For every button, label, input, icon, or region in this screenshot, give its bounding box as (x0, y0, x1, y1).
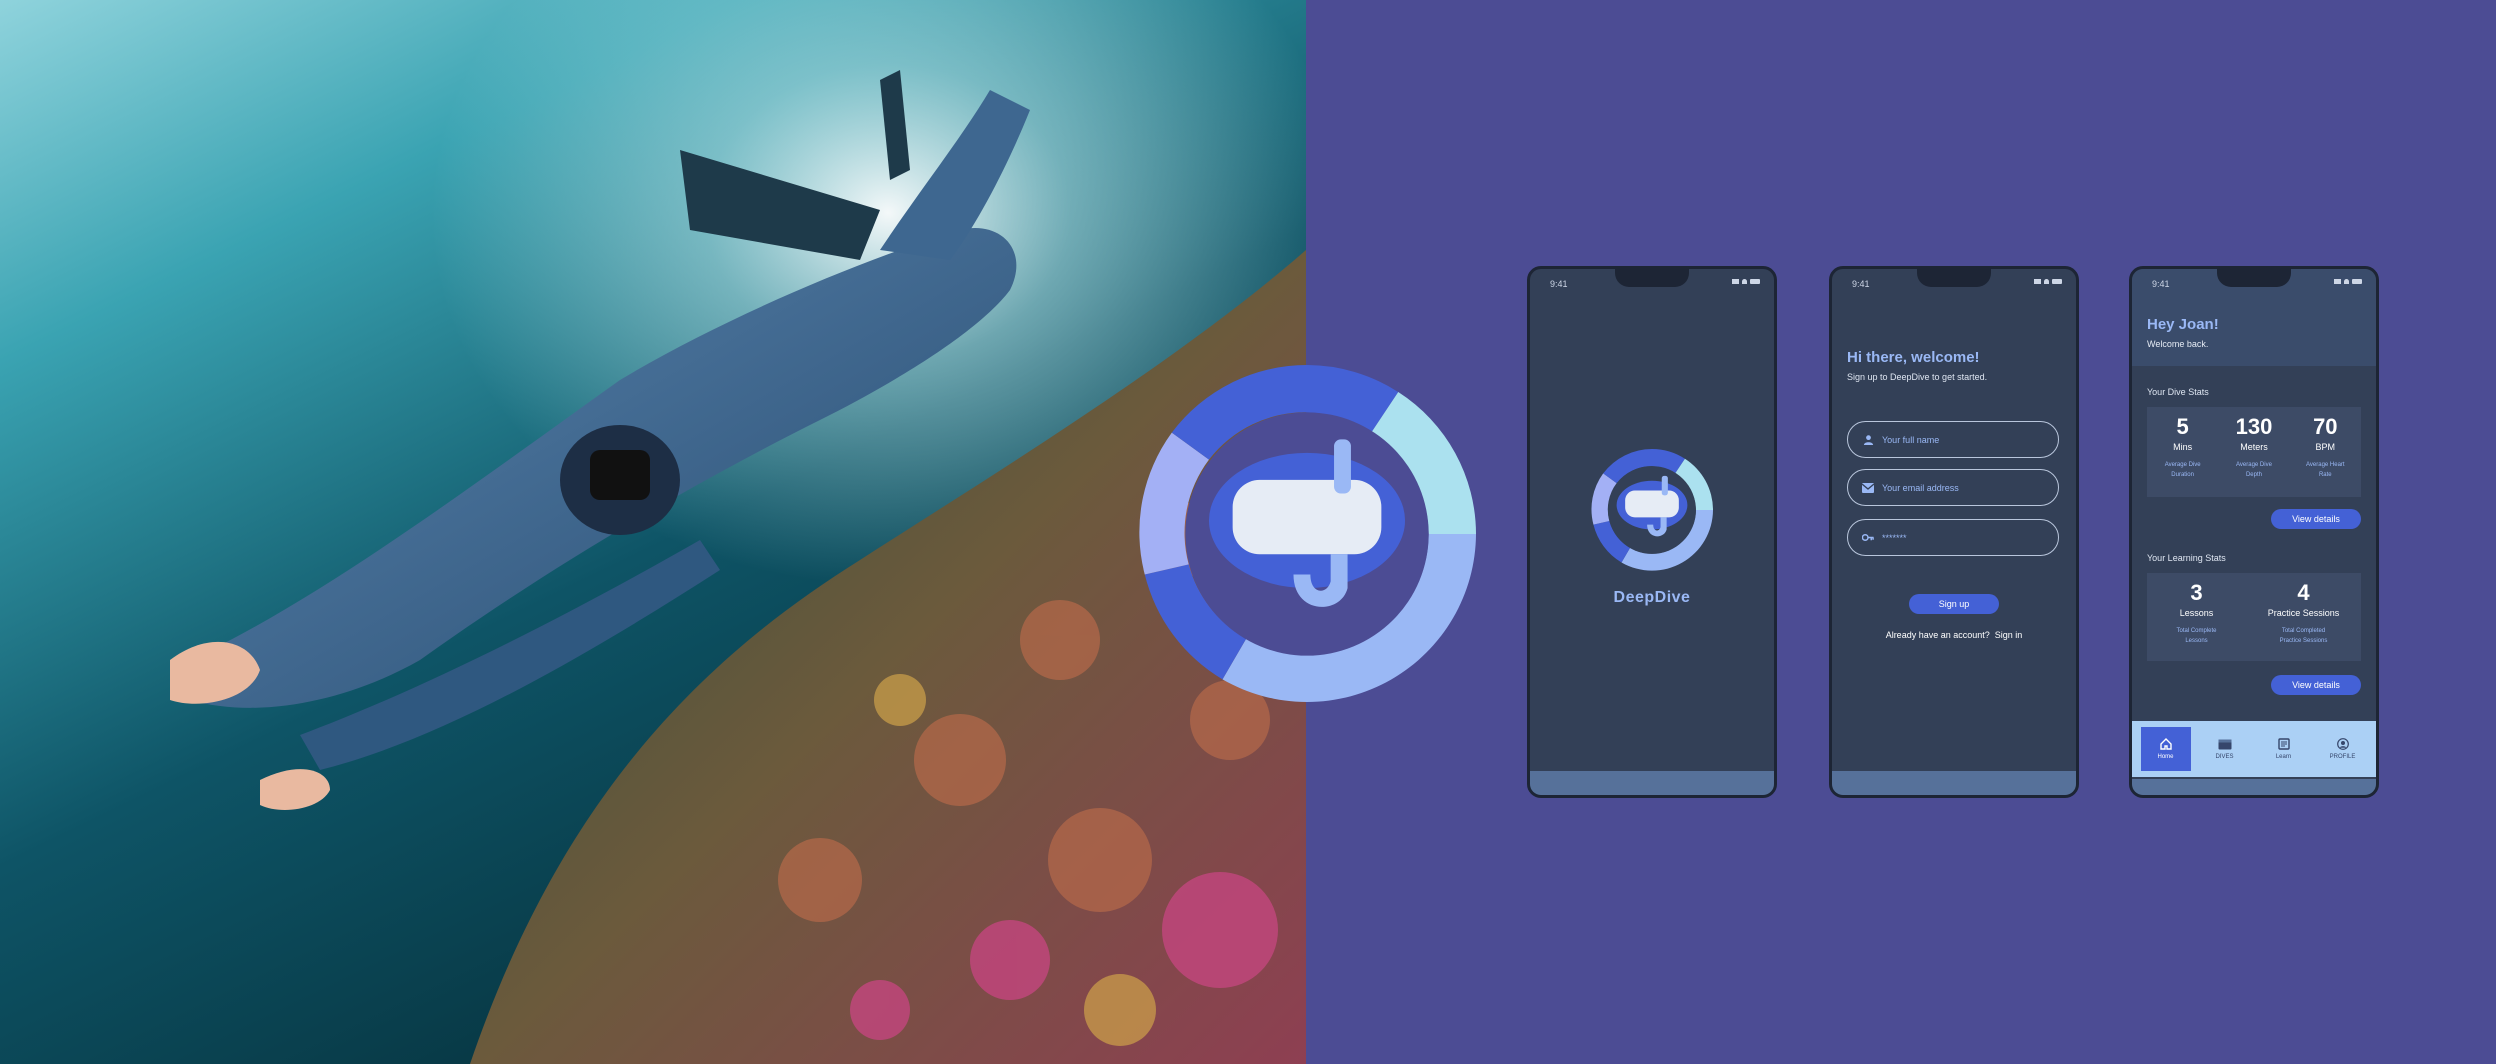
full-name-field[interactable]: Your full name (1847, 421, 2059, 458)
password-placeholder: ******* (1882, 532, 1907, 543)
battery-icon (2352, 279, 2362, 284)
stat-caption-line-1: Total Completed (2281, 628, 2326, 634)
email-field[interactable]: Your email address (1847, 469, 2059, 506)
signup-subtitle: Sign up to DeepDive to get started. (1847, 372, 1988, 382)
nav-label: Home (2157, 754, 2174, 760)
stat-dive-depth: 130 Meters Average Dive Depth (2223, 415, 2285, 497)
stat-caption-line-2: Duration (2171, 472, 2194, 478)
stat-caption-line-1: Total Complete (2176, 628, 2217, 634)
welcome-back: Welcome back. (2147, 339, 2209, 349)
app-name: DeepDive (1613, 589, 1691, 606)
status-time: 9:41 (2152, 279, 2170, 289)
stat-unit: Practice Sessions (2267, 608, 2340, 618)
stat-value: 4 (2297, 580, 2310, 605)
status-icons (2334, 279, 2362, 284)
learning-stats-title: Your Learning Stats (2147, 553, 2226, 563)
stat-caption-line-1: Average Dive (2164, 462, 2201, 468)
stat-unit: Meters (2240, 442, 2268, 452)
splash-screen-phone: 9:41 DeepDive (1527, 266, 1777, 798)
phone-notch (2217, 269, 2291, 287)
stat-caption: Average Dive Duration (2165, 460, 2201, 480)
calendar-icon (2218, 739, 2231, 750)
dive-stats-card: 5 Mins Average Dive Duration 130 Meters A… (2147, 407, 2361, 497)
home-icon (2159, 738, 2172, 750)
book-icon (2277, 738, 2290, 750)
stat-caption: Average Heart Rate (2306, 460, 2345, 480)
dive-stats-title: Your Dive Stats (2147, 387, 2209, 397)
nav-profile[interactable]: PROFILE (2318, 727, 2368, 771)
stat-caption-line-2: Lessons (2185, 638, 2208, 644)
stat-unit: Mins (2173, 442, 2193, 452)
stat-value: 130 (2235, 414, 2273, 439)
stat-caption-line-1: Average Dive (2236, 462, 2272, 468)
stat-dive-duration: 5 Mins Average Dive Duration (2152, 415, 2214, 497)
dive-view-details-button[interactable]: View details (2271, 509, 2361, 529)
wifi-icon (2044, 279, 2049, 284)
battery-icon (1750, 279, 1760, 284)
signup-screen-phone: 9:41 Hi there, welcome! Sign up to DeepD… (1829, 266, 2079, 798)
phone-footer (1832, 771, 2076, 795)
signin-link[interactable]: Sign in (1995, 630, 2023, 640)
stat-caption: Average Dive Depth (2236, 460, 2272, 480)
wifi-icon (2344, 279, 2349, 284)
stat-practice-sessions: 4 Practice Sessions Total Completed Pract… (2256, 581, 2352, 661)
stat-caption: Total Completed Practice Sessions (2280, 626, 2328, 646)
profile-icon (2336, 738, 2349, 750)
mail-icon (1862, 482, 1874, 494)
greeting: Hey Joan! (2147, 316, 2219, 333)
status-time: 9:41 (1550, 279, 1568, 289)
deepdive-logo-icon (1591, 449, 1713, 571)
signin-prompt-row: Already have an account? Sign in (1832, 630, 2076, 640)
status-icons (1732, 279, 1760, 284)
user-icon (1862, 434, 1874, 446)
status-icons (2034, 279, 2062, 284)
signal-icon (1732, 279, 1739, 284)
hero-photo (0, 0, 1306, 1064)
status-time: 9:41 (1852, 279, 1870, 289)
nav-label: PROFILE (2329, 754, 2356, 760)
stat-unit: Lessons (2179, 608, 2214, 618)
phone-footer (1530, 771, 1774, 795)
key-icon (1862, 532, 1874, 544)
wifi-icon (1742, 279, 1747, 284)
learning-view-details-button[interactable]: View details (2271, 675, 2361, 695)
bottom-nav: Home DIVES Learn PROFILE (2132, 721, 2376, 777)
stat-lessons: 3 Lessons Total Complete Lessons (2157, 581, 2237, 661)
stat-caption-line-2: Rate (2318, 472, 2332, 478)
nav-label: DIVES (2215, 754, 2234, 760)
stat-caption-line-2: Depth (2245, 472, 2262, 478)
signin-prompt: Already have an account? (1885, 630, 1990, 640)
signup-title: Hi there, welcome! (1847, 349, 1980, 366)
phone-footer (2132, 779, 2376, 795)
signal-icon (2034, 279, 2041, 284)
stat-caption-line-2: Practice Sessions (2279, 638, 2328, 644)
stat-value: 70 (2313, 414, 2338, 439)
nav-label: Learn (2275, 754, 2292, 760)
signal-icon (2334, 279, 2341, 284)
stat-value: 3 (2190, 580, 2203, 605)
password-field[interactable]: ******* (1847, 519, 2059, 556)
nav-home[interactable]: Home (2140, 727, 2191, 771)
deepdive-logo-icon (1139, 365, 1476, 702)
signup-button[interactable]: Sign up (1909, 594, 1999, 614)
battery-icon (2052, 279, 2062, 284)
email-placeholder: Your email address (1882, 482, 1959, 493)
stat-value: 5 (2176, 414, 2189, 439)
phone-notch (1917, 269, 1991, 287)
learning-stats-card: 3 Lessons Total Complete Lessons 4 Practi… (2147, 573, 2361, 661)
phone-notch (1615, 269, 1689, 287)
full-name-placeholder: Your full name (1882, 434, 1940, 445)
stat-caption: Total Complete Lessons (2176, 626, 2216, 646)
stat-heart-rate: 70 BPM Average Heart Rate (2294, 415, 2356, 497)
nav-learn[interactable]: Learn (2259, 727, 2309, 771)
stat-unit: BPM (2315, 442, 2336, 452)
stat-caption-line-1: Average Heart (2306, 462, 2345, 468)
nav-dives[interactable]: DIVES (2200, 727, 2250, 771)
home-screen-phone: 9:41 Hey Joan! Welcome back. Your Dive S… (2129, 266, 2379, 798)
